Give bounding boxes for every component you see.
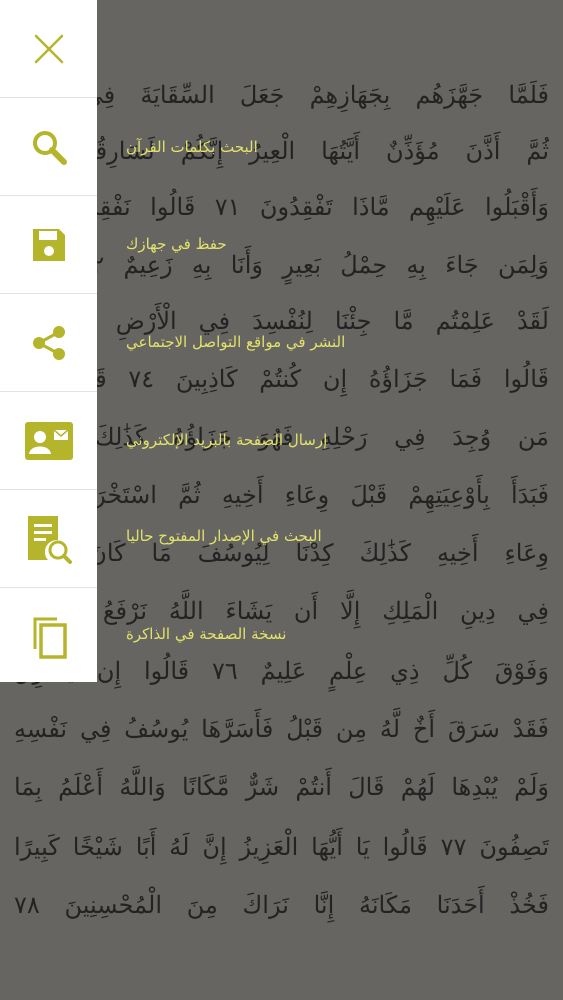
- share-social-label[interactable]: النشر في مواقع التواصل الاجتماعي: [126, 328, 345, 356]
- search-document-icon: [27, 515, 72, 564]
- email-card-icon: [24, 421, 73, 460]
- search-quran-label[interactable]: البحث بكلمات القرآن: [126, 133, 258, 161]
- close-button[interactable]: [0, 0, 97, 98]
- copy-icon: [33, 617, 67, 659]
- save-to-device-label[interactable]: حفظ في جهازك: [126, 230, 227, 258]
- search-icon: [32, 130, 67, 165]
- copy-page-label[interactable]: نسخة الصفحة في الذاكرة: [126, 620, 286, 648]
- search-current-edition-button[interactable]: [0, 490, 97, 588]
- email-page-label[interactable]: إرسال الصفحة بالبريد الإلكتروني: [126, 426, 327, 454]
- side-menu: [0, 0, 97, 682]
- share-social-button[interactable]: [0, 294, 97, 392]
- share-icon: [32, 325, 65, 360]
- close-icon: [34, 34, 63, 63]
- save-to-device-button[interactable]: [0, 196, 97, 294]
- search-quran-button[interactable]: [0, 98, 97, 196]
- save-icon: [32, 228, 65, 261]
- search-current-edition-label[interactable]: البحث في الإصدار المفتوح حاليا: [126, 522, 322, 550]
- copy-page-button[interactable]: [0, 588, 97, 685]
- email-page-button[interactable]: [0, 392, 97, 490]
